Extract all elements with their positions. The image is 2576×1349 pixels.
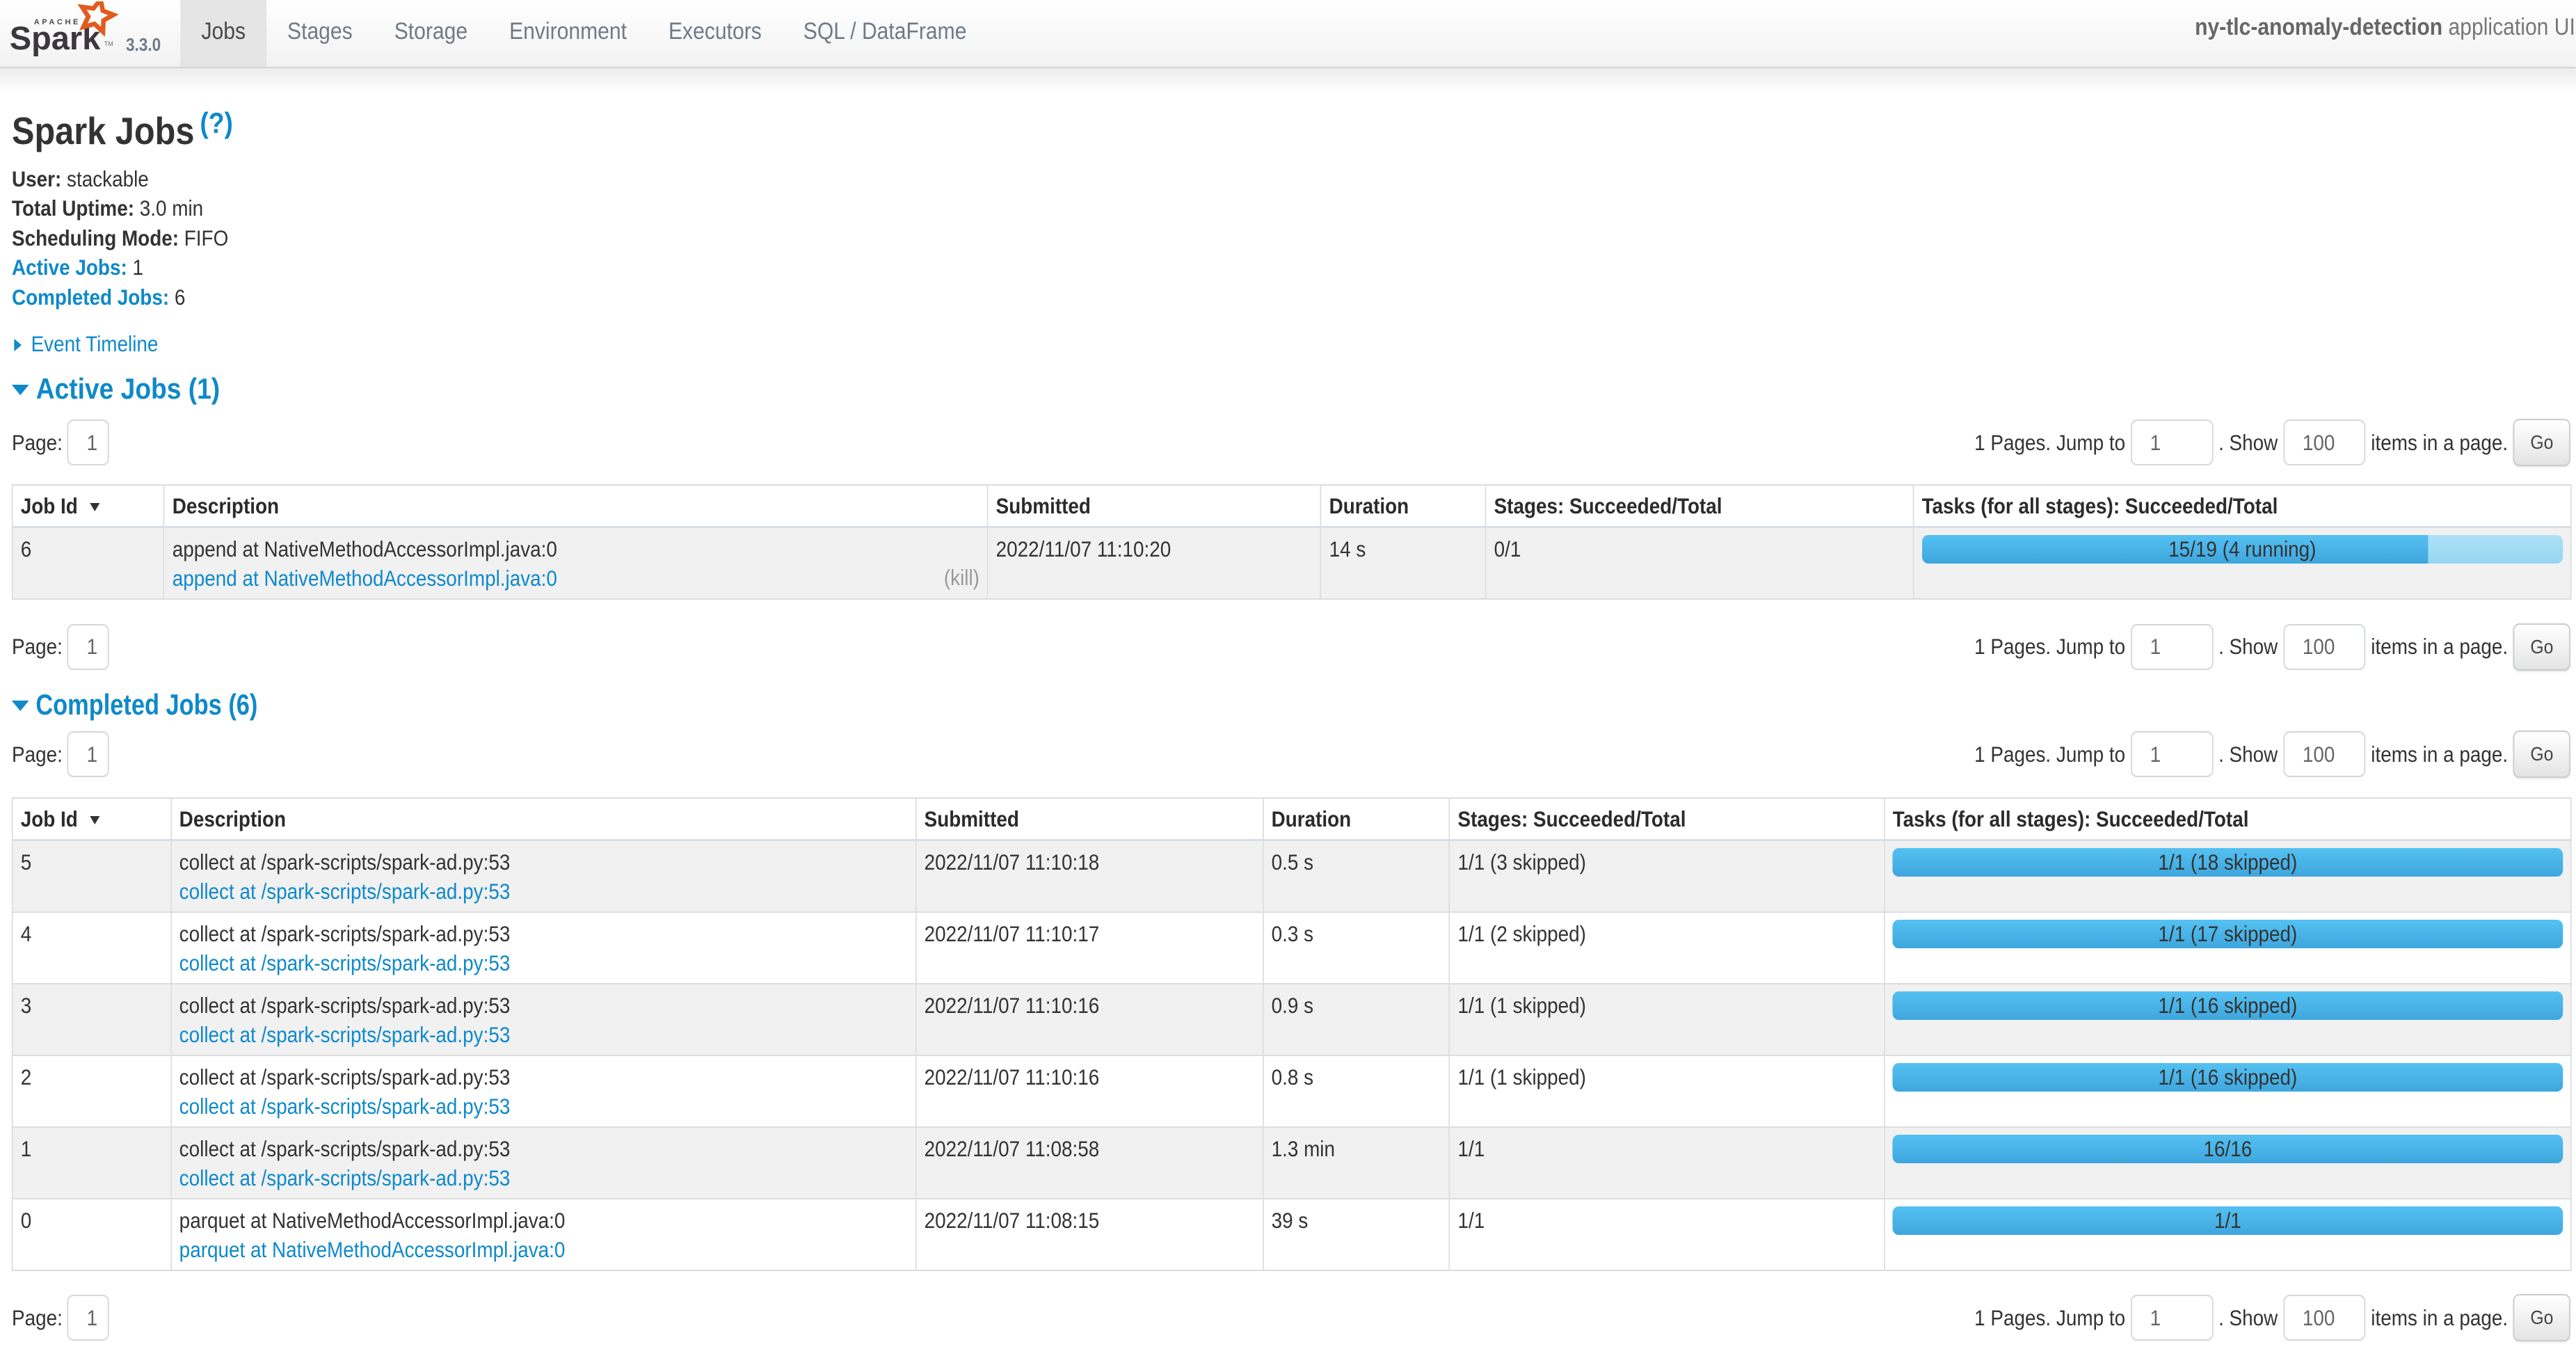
svg-text:TM: TM (104, 40, 113, 47)
